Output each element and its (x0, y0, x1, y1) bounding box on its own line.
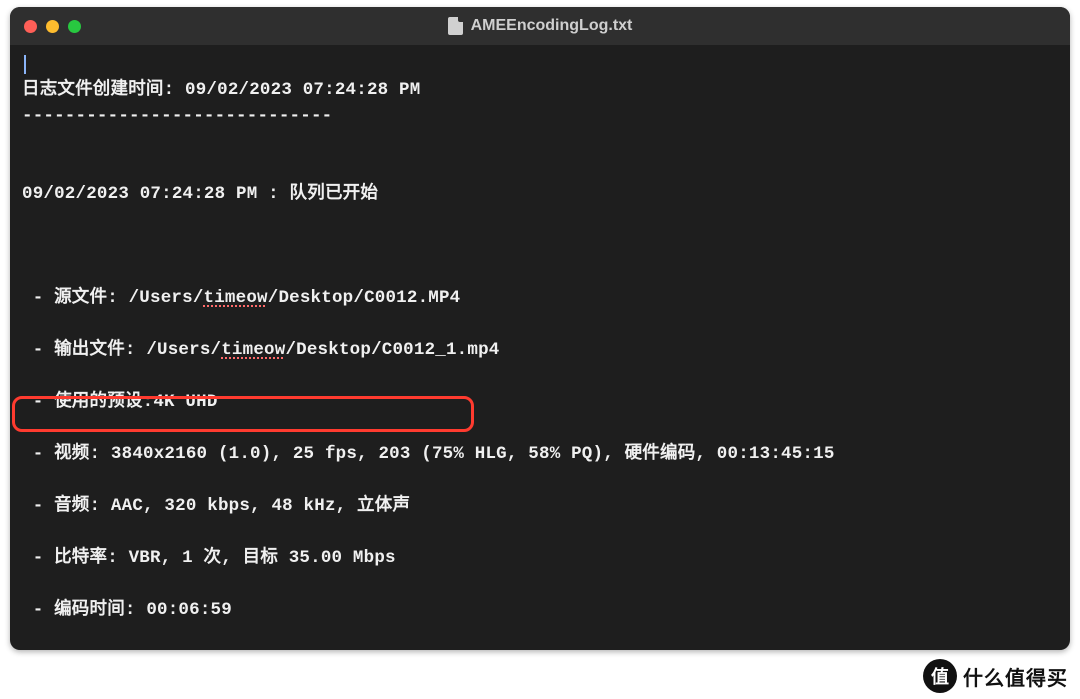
label-source: - 源文件: (22, 288, 129, 308)
watermark-badge-icon: 值 (923, 659, 957, 693)
value-bitrate: VBR, 1 次, 目标 35.00 Mbps (129, 548, 396, 568)
value-queue-start-time: 09/02/2023 07:24:28 PM : (22, 184, 290, 204)
log-line-video: - 视频: 3840x2160 (1.0), 25 fps, 203 (75% … (22, 441, 1058, 467)
label-created: 日志文件创建时间: (22, 80, 185, 100)
document-icon (448, 17, 463, 35)
label-preset: - 使用的预设: (22, 392, 153, 412)
value-source-suffix: /Desktop/C0012.MP4 (268, 288, 461, 308)
log-line-separator: ----------------------------- (22, 103, 1058, 129)
watermark: 值 什么值得买 (923, 659, 1068, 693)
watermark-text: 什么值得买 (963, 662, 1068, 691)
value-audio: AAC, 320 kbps, 48 kHz, 立体声 (111, 496, 410, 516)
text-cursor (24, 55, 26, 74)
label-video: - 视频: (22, 444, 111, 464)
label-bitrate: - 比特率: (22, 548, 129, 568)
label-queue-start: 队列已开始 (290, 184, 379, 204)
label-encode-time: - 编码时间: (22, 600, 146, 620)
log-line-bitrate: - 比特率: VBR, 1 次, 目标 35.00 Mbps (22, 545, 1058, 571)
title-bar[interactable]: AMEEncodingLog.txt (10, 7, 1070, 45)
value-output-user: timeow (221, 340, 285, 360)
label-output: - 输出文件: (22, 340, 146, 360)
log-line-encode-time: - 编码时间: 00:06:59 (22, 597, 1058, 623)
value-source-prefix: /Users/ (129, 288, 204, 308)
window-controls (24, 20, 81, 33)
value-preset: 4K UHD (153, 392, 217, 412)
log-line-queue-start: 09/02/2023 07:24:28 PM : 队列已开始 (22, 181, 1058, 207)
value-created-time: 09/02/2023 07:24:28 PM (185, 80, 420, 100)
window-title: AMEEncodingLog.txt (471, 17, 633, 35)
value-output-prefix: /Users/ (146, 340, 221, 360)
minimize-icon[interactable] (46, 20, 59, 33)
value-output-suffix: /Desktop/C0012_1.mp4 (285, 340, 499, 360)
value-video: 3840x2160 (1.0), 25 fps, 203 (75% HLG, 5… (111, 444, 835, 464)
terminal-window: AMEEncodingLog.txt 日志文件创建时间: 09/02/2023 … (10, 7, 1070, 650)
maximize-icon[interactable] (68, 20, 81, 33)
log-line-output: - 输出文件: /Users/timeow/Desktop/C0012_1.mp… (22, 337, 1058, 363)
log-line-success: 09/02/2023 07:31:27 PM : 文件编码成功 (22, 649, 1058, 650)
close-icon[interactable] (24, 20, 37, 33)
log-line-source: - 源文件: /Users/timeow/Desktop/C0012.MP4 (22, 285, 1058, 311)
label-audio: - 音频: (22, 496, 111, 516)
log-line-created: 日志文件创建时间: 09/02/2023 07:24:28 PM (22, 77, 1058, 103)
log-line-preset: - 使用的预设:4K UHD (22, 389, 1058, 415)
log-line-audio: - 音频: AAC, 320 kbps, 48 kHz, 立体声 (22, 493, 1058, 519)
log-content[interactable]: 日志文件创建时间: 09/02/2023 07:24:28 PM--------… (10, 45, 1070, 650)
title-center: AMEEncodingLog.txt (448, 17, 633, 35)
value-source-user: timeow (204, 288, 268, 308)
value-encode-time: 00:06:59 (146, 600, 232, 620)
